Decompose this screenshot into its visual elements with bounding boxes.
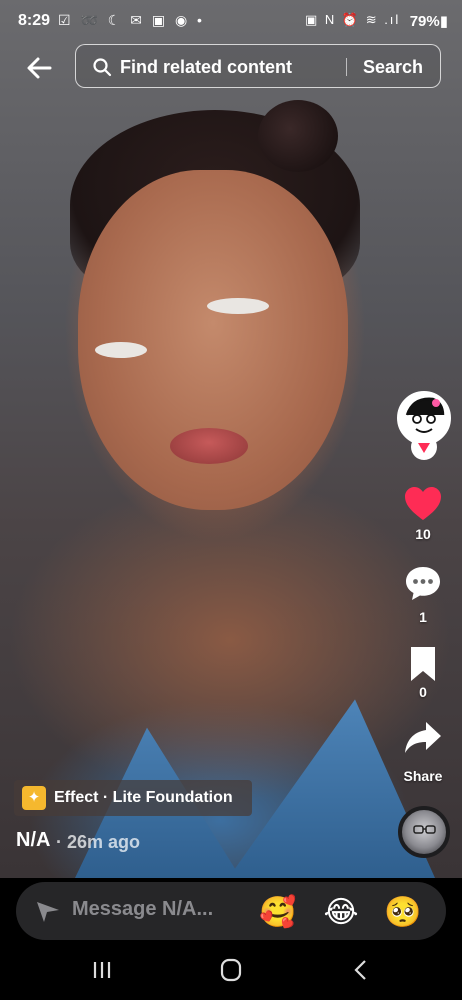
emoji-pleading-button[interactable]: 🥺 (383, 893, 423, 933)
emoji-heart-eyes-button[interactable]: 🥰 (258, 893, 298, 933)
search-button[interactable]: Search (363, 57, 423, 78)
sound-disc[interactable] (398, 806, 450, 858)
status-bar: 8:29 ☑ ➿ ☾ ✉ ▣ ◉ • ▣ N ⏰ ≋ .ıl 79%▮ (0, 0, 462, 42)
search-icon (93, 58, 112, 77)
comment-count: 1 (419, 609, 427, 625)
comment-bubble-icon (406, 567, 440, 600)
author-name[interactable]: N/A (16, 829, 50, 852)
status-time: 8:29 (18, 12, 51, 29)
battery-level: 79%▮ (409, 13, 448, 30)
chevron-left-icon (354, 960, 366, 980)
search-input[interactable]: Find related content (120, 57, 292, 78)
like-count: 10 (415, 526, 431, 542)
recent-apps-icon (93, 962, 111, 978)
back-nav-button[interactable] (339, 952, 383, 988)
left-eye (95, 342, 147, 358)
system-icons: ▣ N ⏰ ≋ .ıl (305, 12, 401, 27)
notification-icons: ☑ ➿ ☾ ✉ ▣ ◉ • (58, 12, 205, 28)
home-icon (220, 958, 242, 982)
post-time: · 26m ago (56, 832, 141, 852)
home-button[interactable] (209, 952, 253, 988)
back-arrow-icon (27, 57, 52, 79)
emoji-laughing-button[interactable]: 😂 (321, 893, 361, 933)
follow-button[interactable] (411, 434, 437, 460)
effect-chip[interactable]: ✦ Effect · Lite Foundation (14, 780, 252, 816)
right-eye (207, 298, 269, 314)
share-button[interactable] (402, 717, 444, 759)
effect-wand-icon: ✦ (22, 786, 46, 810)
save-count: 0 (419, 684, 427, 700)
send-icon (37, 902, 59, 922)
hair-bun (258, 100, 338, 172)
share-label: Share (403, 768, 443, 784)
back-button[interactable] (24, 52, 56, 84)
search-divider (346, 58, 347, 76)
heart-icon (405, 487, 441, 520)
sound-avatar-icon (413, 825, 436, 834)
follow-check-icon (418, 443, 430, 453)
recent-apps-button[interactable] (80, 952, 124, 988)
like-button[interactable] (402, 483, 444, 525)
share-arrow-icon (405, 722, 441, 753)
search-bar[interactable]: Find related content Search (75, 44, 441, 88)
effect-label: Effect · Lite Foundation (54, 789, 233, 806)
bookmark-icon (411, 647, 435, 681)
lips (170, 428, 248, 464)
message-placeholder[interactable]: Message N/A... (72, 898, 213, 921)
save-button[interactable] (402, 643, 444, 685)
comment-button[interactable] (402, 563, 444, 605)
video-player[interactable] (0, 0, 462, 878)
